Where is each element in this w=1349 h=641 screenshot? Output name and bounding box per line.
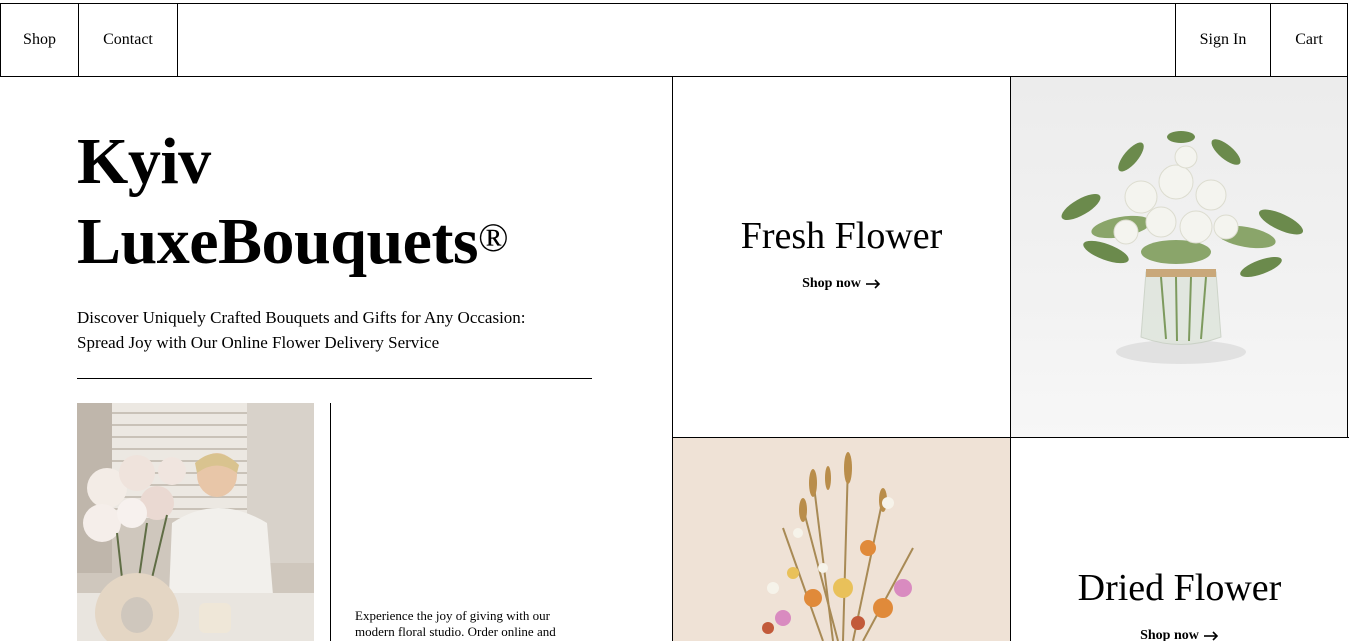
nav-sign-in-link[interactable]: Sign In bbox=[1175, 4, 1270, 76]
dried-flower-title: Dried Flower bbox=[1077, 567, 1282, 609]
fresh-flower-shop-now-link[interactable]: Shop now bbox=[802, 276, 881, 292]
dried-flower-shop-now-link[interactable]: Shop now bbox=[1011, 628, 1348, 641]
fresh-bouquet-image[interactable] bbox=[1011, 77, 1347, 437]
hero-subtitle: Discover Uniquely Crafted Bouquets and G… bbox=[77, 305, 597, 355]
hero-subtitle-line-1: Discover Uniquely Crafted Bouquets and G… bbox=[77, 308, 526, 327]
hero-title-line-2: LuxeBouquets® bbox=[77, 202, 509, 282]
nav-cart-link[interactable]: Cart bbox=[1270, 4, 1347, 76]
top-navigation: Shop Contact Sign In Cart bbox=[0, 3, 1348, 77]
brand-name: LuxeBouquets bbox=[77, 205, 479, 278]
woman-with-flowers-photo bbox=[77, 403, 314, 641]
dried-flower-shop-now-label: Shop now bbox=[1140, 628, 1199, 641]
dried-bouquet-image[interactable] bbox=[673, 438, 1010, 641]
experience-text: Experience the joy of giving with our mo… bbox=[355, 608, 556, 639]
arrow-right-icon bbox=[865, 279, 881, 289]
woman-with-flowers-illustration bbox=[77, 403, 314, 641]
hero-divider bbox=[77, 378, 592, 379]
hero-subtitle-line-2: Spread Joy with Our Online Flower Delive… bbox=[77, 333, 440, 352]
nav-shop-link[interactable]: Shop bbox=[1, 4, 79, 76]
fresh-flower-tile: Fresh Flower Shop now bbox=[673, 77, 1010, 437]
fresh-flower-title: Fresh Flower bbox=[740, 215, 943, 257]
registered-mark: ® bbox=[478, 215, 509, 260]
fresh-flower-shop-now-label: Shop now bbox=[802, 276, 861, 291]
dried-bouquet-illustration bbox=[762, 452, 914, 641]
photo-divider bbox=[330, 403, 331, 641]
arrow-right-icon bbox=[1203, 631, 1219, 641]
hero-title-line-1: Kyiv bbox=[77, 125, 211, 198]
dried-flower-tile: Dried Flower Shop now bbox=[1011, 438, 1348, 641]
grid-line-right bbox=[1347, 77, 1348, 437]
white-bouquet-illustration bbox=[1061, 131, 1304, 364]
nav-contact-link[interactable]: Contact bbox=[79, 4, 178, 76]
hero-title: Kyiv LuxeBouquets® bbox=[77, 122, 509, 282]
